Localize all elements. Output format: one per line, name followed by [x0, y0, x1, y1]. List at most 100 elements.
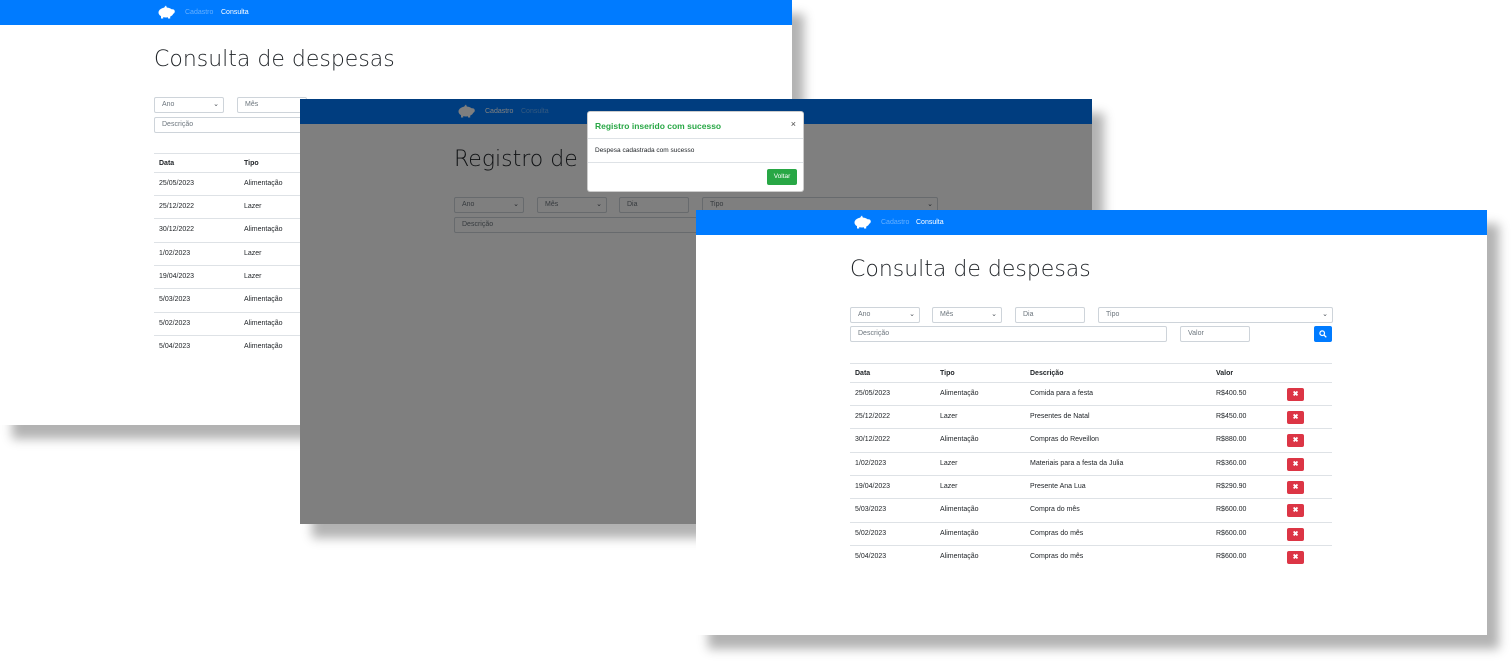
- page-title: Consulta de despesas: [850, 257, 1091, 282]
- select-tipo[interactable]: Tipo ⌄: [1098, 307, 1333, 323]
- row-tipo: Alimentação: [940, 530, 979, 537]
- close-icon: ✖: [1292, 414, 1299, 421]
- page-title: Consulta de despesas: [154, 47, 395, 72]
- header-descricao: Descrição: [1030, 370, 1064, 377]
- row-data: 30/12/2022: [159, 226, 195, 233]
- dia-placeholder: Dia: [1023, 311, 1034, 318]
- row-valor: R$360.00: [1216, 460, 1247, 467]
- row-border: [154, 218, 304, 219]
- row-descricao: Comida para a festa: [1030, 390, 1094, 397]
- row-descricao: Presente Ana Lua: [1030, 483, 1086, 490]
- row-border: [850, 428, 1332, 429]
- header-tipo: Tipo: [244, 160, 259, 167]
- piggy-bank-icon[interactable]: [156, 5, 176, 19]
- row-tipo: Alimentação: [244, 320, 283, 327]
- select-mes[interactable]: Mês: [237, 97, 307, 113]
- row-border: [850, 405, 1332, 406]
- voltar-button[interactable]: Voltar: [767, 169, 797, 185]
- dia-input[interactable]: Dia: [1015, 307, 1085, 323]
- row-border: [154, 195, 304, 196]
- select-ano[interactable]: Ano ⌄: [154, 97, 224, 113]
- row-valor: R$400.50: [1216, 390, 1247, 397]
- close-icon[interactable]: ×: [791, 119, 796, 129]
- row-border: [154, 335, 304, 336]
- piggy-bank-icon[interactable]: [852, 215, 872, 229]
- delete-button[interactable]: ✖: [1287, 411, 1304, 424]
- close-icon: ✖: [1292, 531, 1299, 538]
- modal-body-text: Despesa cadastrada com sucesso: [595, 147, 695, 154]
- delete-button[interactable]: ✖: [1287, 458, 1304, 471]
- nav-link-consulta[interactable]: Consulta: [916, 219, 944, 227]
- row-tipo: Lazer: [244, 203, 262, 210]
- delete-button[interactable]: ✖: [1287, 434, 1304, 447]
- row-data: 5/02/2023: [855, 530, 887, 537]
- select-mes[interactable]: Mês ⌄: [932, 307, 1002, 323]
- row-border: [154, 265, 304, 266]
- row-valor: R$290.90: [1216, 483, 1247, 490]
- row-descricao: Compras do mês: [1030, 530, 1084, 537]
- row-data: 25/12/2022: [855, 413, 891, 420]
- row-border: [850, 545, 1332, 546]
- search-icon: [1319, 330, 1327, 338]
- row-tipo: Alimentação: [244, 296, 283, 303]
- row-valor: R$880.00: [1216, 436, 1247, 443]
- modal-header-divider: [588, 138, 803, 139]
- row-border: [850, 452, 1332, 453]
- row-border: [850, 475, 1332, 476]
- delete-button[interactable]: ✖: [1287, 551, 1304, 564]
- select-ano[interactable]: Ano ⌄: [850, 307, 920, 323]
- row-descricao: Compras do Reveillon: [1030, 436, 1099, 443]
- row-border: [154, 312, 304, 313]
- delete-button[interactable]: ✖: [1287, 481, 1304, 494]
- chevron-down-icon: ⌄: [1322, 311, 1328, 318]
- row-data: 5/02/2023: [159, 320, 191, 327]
- nav-link-cadastro[interactable]: Cadastro: [881, 219, 909, 227]
- header-data: Data: [855, 370, 871, 377]
- row-descricao: Materiais para a festa da Julia: [1030, 460, 1124, 467]
- table-header-border: [850, 382, 1332, 383]
- descricao-input[interactable]: Descrição: [154, 117, 304, 133]
- row-border: [154, 288, 304, 289]
- table-top-border: [154, 153, 304, 154]
- row-data: 30/12/2022: [855, 436, 891, 443]
- row-data: 19/04/2023: [159, 273, 195, 280]
- row-descricao: Presentes de Natal: [1030, 413, 1090, 420]
- row-data: 1/02/2023: [855, 460, 887, 467]
- valor-input[interactable]: Valor: [1180, 326, 1250, 342]
- row-border: [154, 242, 304, 243]
- header-tipo: Tipo: [940, 370, 955, 377]
- close-icon: ✖: [1292, 484, 1299, 491]
- row-data: 5/04/2023: [855, 553, 887, 560]
- row-data: 19/04/2023: [855, 483, 891, 490]
- search-button[interactable]: [1314, 326, 1332, 342]
- row-border: [850, 498, 1332, 499]
- row-tipo: Alimentação: [244, 226, 283, 233]
- delete-button[interactable]: ✖: [1287, 388, 1304, 401]
- row-data: 1/02/2023: [159, 250, 191, 257]
- delete-button[interactable]: ✖: [1287, 528, 1304, 541]
- descricao-input[interactable]: Descrição: [850, 326, 1167, 342]
- row-tipo: Lazer: [940, 460, 958, 467]
- row-tipo: Lazer: [244, 273, 262, 280]
- row-valor: R$600.00: [1216, 530, 1247, 537]
- select-mes-value: Mês: [940, 311, 954, 318]
- modal-title: Registro inserido com sucesso: [595, 121, 722, 131]
- close-icon: ✖: [1292, 437, 1299, 444]
- nav-link-consulta[interactable]: Consulta: [221, 9, 249, 17]
- navbar: Cadastro Consulta: [0, 0, 792, 25]
- row-valor: R$600.00: [1216, 506, 1247, 513]
- row-tipo: Lazer: [244, 250, 262, 257]
- nav-link-cadastro[interactable]: Cadastro: [185, 9, 213, 17]
- row-tipo: Alimentação: [244, 180, 283, 187]
- chevron-down-icon: ⌄: [991, 311, 997, 318]
- row-data: 5/03/2023: [855, 506, 887, 513]
- delete-button[interactable]: ✖: [1287, 504, 1304, 517]
- row-tipo: Lazer: [940, 483, 958, 490]
- row-data: 5/04/2023: [159, 343, 191, 350]
- descricao-placeholder: Descrição: [162, 121, 194, 128]
- select-tipo-value: Tipo: [1106, 311, 1120, 318]
- close-icon: ✖: [1292, 507, 1299, 514]
- table-top-border: [850, 363, 1332, 364]
- row-tipo: Alimentação: [940, 506, 979, 513]
- row-tipo: Alimentação: [940, 390, 979, 397]
